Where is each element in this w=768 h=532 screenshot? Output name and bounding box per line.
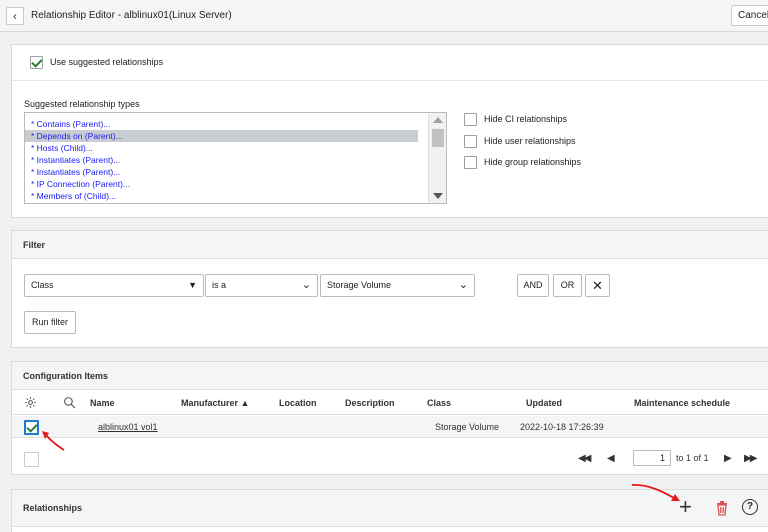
page-title: Relationship Editor - alblinux01(Linux S… [31, 10, 232, 21]
filter-operator-value: is a [212, 280, 227, 290]
add-relationship-icon[interactable]: + [679, 495, 692, 519]
divider [12, 80, 768, 81]
use-suggested-label: Use suggested relationships [50, 57, 164, 67]
suggested-panel: Use suggested relationships Suggested re… [11, 44, 768, 218]
relationship-editor: ‹ Relationship Editor - alblinux01(Linux… [0, 0, 768, 532]
filter-value-text: Storage Volume [327, 280, 392, 290]
or-button[interactable]: OR [553, 274, 582, 297]
select-all-checkbox[interactable] [24, 452, 39, 467]
chevron-down-icon: ⌄ [458, 279, 468, 291]
next-page-icon[interactable]: ▶ [724, 453, 732, 464]
scroll-thumb[interactable] [432, 129, 444, 147]
top-bar: ‹ Relationship Editor - alblinux01(Linux… [0, 0, 768, 32]
table-row[interactable]: alblinux01 vol1 Storage Volume 2022-10-1… [12, 416, 768, 438]
relationships-title: Relationships [12, 490, 768, 527]
suggested-types-listbox[interactable]: * Contains (Parent)... * Depends on (Par… [24, 112, 447, 204]
gear-icon[interactable] [24, 396, 37, 409]
hide-group-checkbox[interactable] [464, 156, 477, 169]
column-header-name[interactable]: Name [90, 398, 115, 408]
chevron-down-icon: ⌄ [301, 279, 311, 291]
filter-panel: Filter Class ▼ is a ⌄ Storage Volume ⌄ A… [11, 230, 768, 348]
column-header-location[interactable]: Location [279, 398, 317, 408]
hide-ci-label: Hide CI relationships [484, 114, 568, 124]
page-number-input[interactable]: 1 [633, 450, 671, 466]
list-item[interactable]: * IP Connection (Parent)... [25, 178, 446, 190]
search-icon[interactable] [63, 396, 76, 409]
chevron-left-icon: ‹ [13, 9, 17, 23]
cancel-button[interactable]: Cancel [731, 5, 768, 26]
filter-value-select[interactable]: Storage Volume ⌄ [320, 274, 475, 297]
scroll-down-icon[interactable] [433, 193, 443, 199]
column-header-manufacturer[interactable]: Manufacturer ▲ [181, 398, 249, 408]
close-icon: ✕ [592, 278, 603, 293]
listbox-scrollbar[interactable] [428, 113, 446, 203]
remove-condition-button[interactable]: ✕ [585, 274, 610, 297]
column-header-maintenance[interactable]: Maintenance schedule [634, 398, 730, 408]
hide-user-checkbox[interactable] [464, 135, 477, 148]
column-header-class[interactable]: Class [427, 398, 451, 408]
back-button[interactable]: ‹ [6, 7, 24, 25]
column-header-description[interactable]: Description [345, 398, 395, 408]
scroll-up-icon[interactable] [433, 117, 443, 123]
hide-group-label: Hide group relationships [484, 157, 582, 167]
prev-page-icon[interactable]: ◀ [607, 453, 615, 464]
list-item[interactable]: * Contains (Parent)... [25, 118, 446, 130]
filter-field-value: Class [31, 280, 54, 290]
filter-title: Filter [12, 231, 768, 259]
list-item-selected[interactable]: * Depends on (Parent)... [25, 130, 418, 142]
list-item[interactable]: * Instantiates (Parent)... [25, 166, 446, 178]
caret-down-icon: ▼ [188, 280, 197, 290]
row-select-checkbox[interactable] [24, 420, 39, 435]
ci-title: Configuration Items [12, 362, 768, 390]
column-header-updated[interactable]: Updated [526, 398, 562, 408]
list-item[interactable]: * Instantiates (Parent)... [25, 154, 446, 166]
and-button[interactable]: AND [517, 274, 549, 297]
trash-icon[interactable] [716, 501, 728, 516]
filter-operator-select[interactable]: is a ⌄ [205, 274, 318, 297]
suggested-types-label: Suggested relationship types [24, 99, 140, 109]
hide-user-label: Hide user relationships [484, 136, 576, 146]
configuration-items-panel: Configuration Items Name Manufacturer ▲ … [11, 361, 768, 475]
table-header: Name Manufacturer ▲ Location Description… [12, 390, 768, 415]
run-filter-button[interactable]: Run filter [24, 311, 76, 334]
hide-ci-checkbox[interactable] [464, 113, 477, 126]
filter-field-select[interactable]: Class ▼ [24, 274, 204, 297]
ci-updated: 2022-10-18 17:26:39 [520, 422, 604, 432]
first-page-icon[interactable]: ◀◀ [578, 453, 591, 464]
help-icon[interactable]: ? [742, 499, 758, 515]
ci-class: Storage Volume [435, 422, 500, 432]
list-item[interactable]: * Hosts (Child)... [25, 142, 446, 154]
last-page-icon[interactable]: ▶▶ [744, 453, 757, 464]
list-item[interactable]: * Members of (Child)... [25, 190, 446, 202]
ci-name-link[interactable]: alblinux01 vol1 [98, 422, 158, 432]
page-count-text: to 1 of 1 [676, 453, 709, 463]
use-suggested-checkbox[interactable] [30, 56, 43, 69]
relationships-panel: Relationships + ? [11, 489, 768, 532]
